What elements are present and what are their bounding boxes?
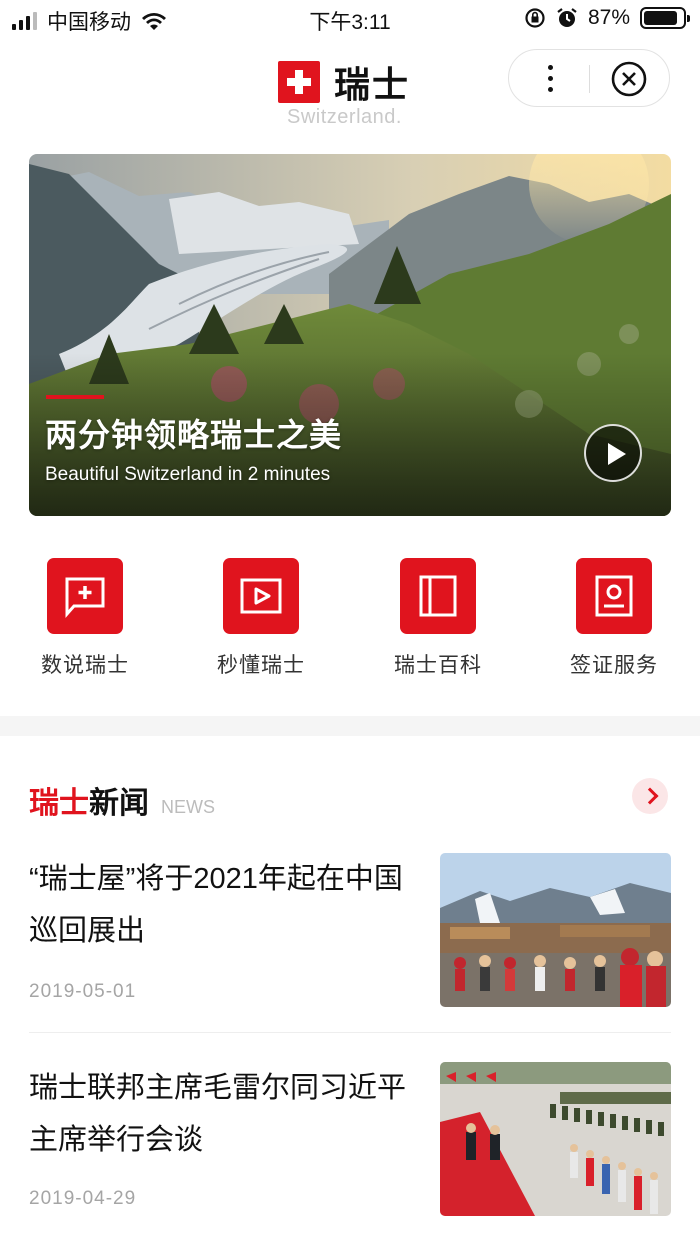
flag-card-icon (47, 558, 123, 634)
play-icon[interactable] (584, 424, 642, 482)
entry-label: 秒懂瑞士 (217, 654, 305, 677)
status-bar: 中国移动 下午3:11 87% (0, 0, 700, 40)
news-date: 2019-05-01 (29, 981, 137, 1002)
app-header: 瑞士 Switzerland. (0, 44, 700, 134)
swiss-flag-icon (278, 61, 320, 103)
news-more-button[interactable] (632, 778, 668, 814)
entry-label: 瑞士百科 (394, 654, 482, 677)
battery-fill (644, 11, 678, 25)
alarm-icon (557, 8, 577, 27)
mini-program-capsule (508, 49, 670, 107)
news-item-separator (29, 1032, 671, 1033)
entry-visa-service[interactable]: 签证服务 (549, 558, 679, 679)
hero-subtitle: Beautiful Switzerland in 2 minutes (45, 464, 331, 485)
news-item[interactable]: “瑞士屋”将于2021年起在中国巡回展出 2019-05-01 (29, 853, 671, 1007)
book-icon (400, 558, 476, 634)
page-subtitle: Switzerland. (287, 106, 402, 128)
hero-title: 两分钟领略瑞士之美 (45, 417, 343, 453)
entry-data-switzerland[interactable]: 数说瑞士 (20, 558, 150, 679)
hero-banner[interactable]: 两分钟领略瑞士之美 Beautiful Switzerland in 2 min… (29, 154, 671, 516)
news-title-en: NEWS (161, 797, 215, 817)
news-title-red: 瑞士 (29, 787, 89, 820)
close-icon[interactable] (611, 61, 647, 97)
news-headline: 瑞士联邦主席毛雷尔同习近平主席举行会谈 (29, 1072, 407, 1156)
news-headline: “瑞士屋”将于2021年起在中国巡回展出 (29, 863, 403, 947)
news-section-title: 瑞士 新闻 NEWS (29, 778, 215, 820)
news-date: 2019-04-29 (29, 1188, 137, 1209)
news-item[interactable]: 瑞士联邦主席毛雷尔同习近平主席举行会谈 2019-04-29 (29, 1062, 671, 1216)
news-thumbnail (440, 1062, 671, 1216)
hero-image (29, 154, 671, 516)
hero-accent-bar (46, 395, 104, 399)
page-title: 瑞士 (334, 64, 411, 105)
quick-entries: 数说瑞士 秒懂瑞士 瑞士百科 签证服务 (0, 558, 700, 678)
brand: 瑞士 (278, 56, 410, 108)
id-photo-icon (576, 558, 652, 634)
more-icon[interactable] (535, 63, 565, 95)
entry-label: 数说瑞士 (41, 654, 129, 677)
status-right: 87% (524, 6, 690, 30)
entry-encyclopedia[interactable]: 瑞士百科 (373, 558, 503, 679)
video-play-icon (223, 558, 299, 634)
entry-video-switzerland[interactable]: 秒懂瑞士 (196, 558, 326, 679)
battery-icon (640, 7, 690, 29)
capsule-divider (589, 65, 590, 93)
entry-label: 签证服务 (570, 654, 658, 677)
news-title-dark: 新闻 (89, 787, 149, 820)
section-divider (0, 716, 700, 736)
orientation-lock-icon (525, 8, 545, 28)
news-thumbnail (440, 853, 671, 1007)
battery-percent: 87% (587, 6, 630, 29)
